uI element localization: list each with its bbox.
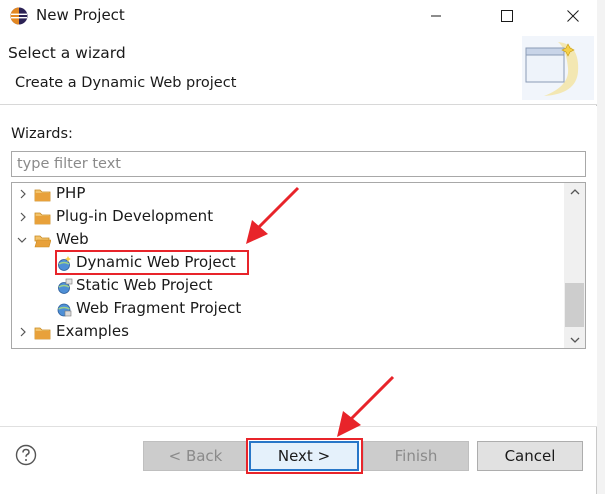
annotation-next-highlight — [246, 438, 363, 474]
tree-item-label: PHP — [56, 184, 86, 202]
annotation-highlight-box — [55, 250, 249, 275]
open-folder-icon — [34, 235, 51, 248]
banner-description: Create a Dynamic Web project — [15, 75, 237, 91]
tree-item-label: Web — [56, 230, 89, 248]
scroll-thumb[interactable] — [565, 283, 584, 327]
tree-item-label: Static Web Project — [76, 276, 213, 294]
wizard-banner-icon — [522, 36, 594, 100]
eclipse-icon — [10, 7, 28, 25]
web-fragment-project-icon — [57, 303, 72, 317]
filter-input[interactable] — [12, 152, 585, 176]
folder-icon — [34, 327, 51, 340]
button-bar-separator — [0, 426, 597, 427]
chevron-up-icon — [570, 188, 579, 194]
minimize-icon — [431, 15, 441, 17]
tree-item-label: Examples — [56, 322, 129, 340]
tree-item-plug-in-development[interactable]: Plug-in Development — [12, 206, 565, 229]
tree-item-web[interactable]: Web — [12, 229, 565, 252]
tree-item-label: Web Fragment Project — [76, 299, 242, 317]
maximize-button[interactable] — [484, 0, 530, 32]
tree-scrollbar[interactable] — [564, 183, 585, 348]
static-web-project-icon — [58, 278, 73, 294]
folder-icon — [34, 212, 51, 225]
chevron-down-icon[interactable] — [16, 233, 28, 247]
folder-icon — [34, 189, 51, 202]
chevron-right-icon[interactable] — [17, 325, 29, 339]
banner-title: Select a wizard — [8, 44, 126, 62]
scroll-up-button[interactable] — [564, 183, 585, 200]
close-icon — [567, 10, 579, 22]
chevron-right-icon[interactable] — [17, 187, 29, 201]
filter-input-box[interactable] — [11, 151, 586, 177]
scroll-down-button[interactable] — [564, 331, 585, 348]
tree-item-static-web-project[interactable]: Static Web Project — [12, 275, 565, 298]
tree-item-label: Plug-in Development — [56, 207, 214, 225]
finish-button[interactable]: Finish — [363, 441, 469, 471]
tree-item-php[interactable]: PHP — [12, 183, 565, 206]
maximize-icon — [501, 10, 513, 22]
help-icon[interactable] — [15, 444, 37, 466]
tree-item-web-fragment-project[interactable]: Web Fragment Project — [12, 298, 565, 321]
title-bar: New Project — [0, 0, 597, 32]
chevron-right-icon[interactable] — [17, 210, 29, 224]
cancel-button[interactable]: Cancel — [477, 441, 583, 471]
window-title: New Project — [36, 6, 125, 24]
minimize-button[interactable] — [413, 0, 459, 32]
new-project-dialog: New Project Select a wizard Create a Dyn… — [0, 0, 597, 494]
background-dark-strip — [597, 0, 605, 494]
wizard-banner: Select a wizard Create a Dynamic Web pro… — [0, 32, 597, 105]
chevron-down-icon — [570, 337, 579, 343]
wizards-label: Wizards: — [11, 126, 73, 142]
back-button[interactable]: < Back — [143, 441, 248, 471]
tree-item-examples[interactable]: Examples — [12, 321, 565, 344]
close-button[interactable] — [550, 0, 596, 32]
